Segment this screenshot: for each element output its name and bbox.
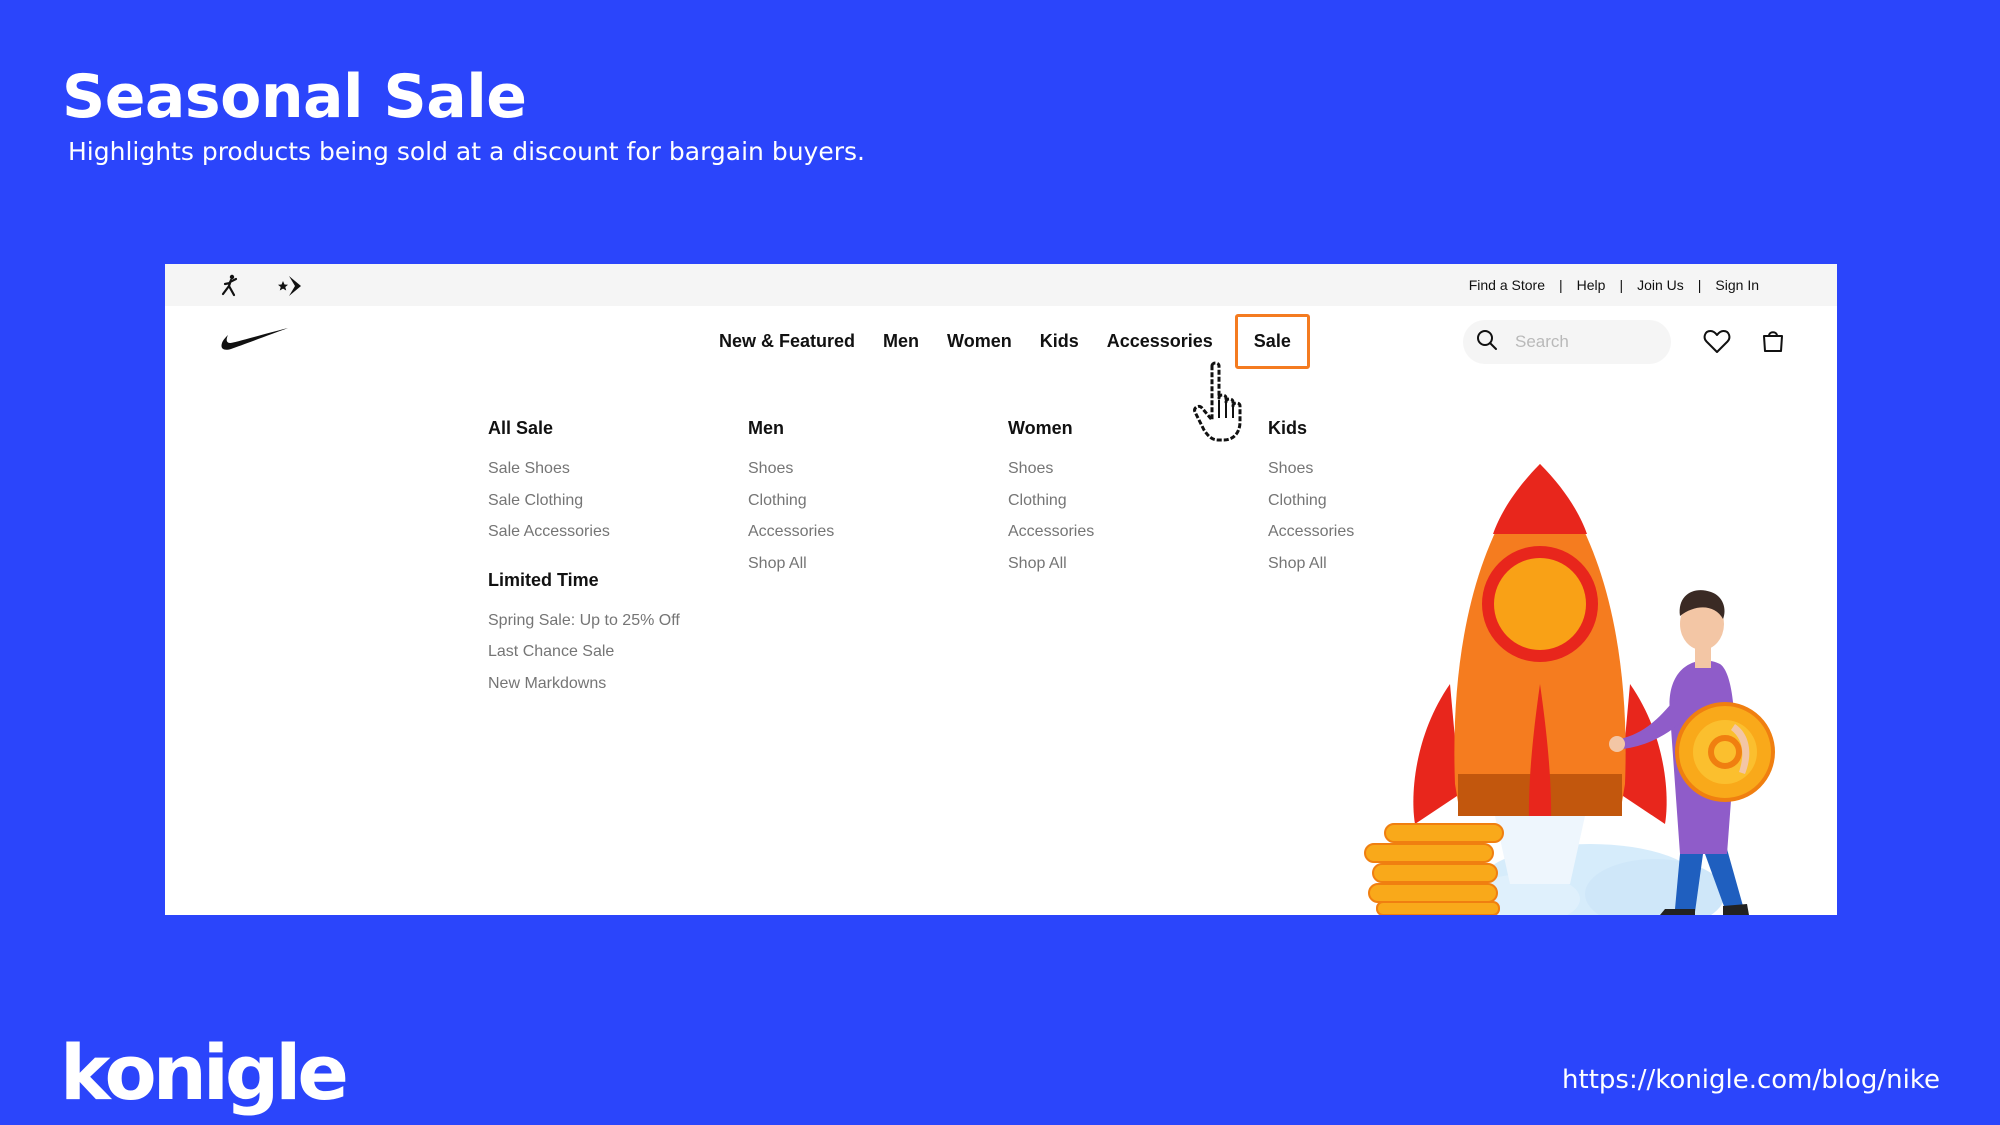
menu-heading-kids[interactable]: Kids bbox=[1268, 418, 1508, 439]
search-box[interactable] bbox=[1463, 320, 1671, 364]
menu-item[interactable]: Last Chance Sale bbox=[488, 642, 728, 674]
separator: | bbox=[1559, 277, 1563, 293]
menu-col-men: Men Shoes Clothing Accessories Shop All bbox=[748, 418, 988, 585]
menu-item[interactable]: Shoes bbox=[748, 459, 988, 491]
nav-item-men[interactable]: Men bbox=[869, 331, 933, 352]
separator: | bbox=[1697, 277, 1702, 293]
join-us-link[interactable]: Join Us bbox=[1637, 277, 1684, 293]
menu-heading-all-sale[interactable]: All Sale bbox=[488, 418, 728, 439]
menu-item[interactable]: Sale Accessories bbox=[488, 522, 728, 554]
separator: | bbox=[1619, 277, 1624, 293]
menu-item[interactable]: Sale Clothing bbox=[488, 491, 728, 523]
utility-links: Find a Store | Help | Join Us | Sign In bbox=[1469, 277, 1759, 293]
find-a-store-link[interactable]: Find a Store bbox=[1469, 277, 1545, 293]
search-icon[interactable] bbox=[1475, 328, 1499, 357]
menu-item[interactable]: Clothing bbox=[1008, 491, 1248, 523]
nav-item-accessories[interactable]: Accessories bbox=[1093, 331, 1227, 352]
menu-item[interactable]: Sale Shoes bbox=[488, 459, 728, 491]
jordan-jumpman-icon[interactable] bbox=[218, 274, 242, 303]
heart-icon[interactable] bbox=[1703, 328, 1731, 359]
menu-col-women: Women Shoes Clothing Accessories Shop Al… bbox=[1008, 418, 1248, 585]
search-input[interactable] bbox=[1515, 332, 1655, 352]
sign-in-link[interactable]: Sign In bbox=[1715, 277, 1759, 293]
menu-item[interactable]: Shoes bbox=[1008, 459, 1248, 491]
menu-item[interactable]: Clothing bbox=[748, 491, 988, 523]
nav-item-new-featured[interactable]: New & Featured bbox=[705, 331, 869, 352]
nike-swoosh-icon[interactable] bbox=[220, 326, 290, 357]
converse-icon[interactable] bbox=[275, 274, 305, 303]
konigle-logo: konigle bbox=[60, 1028, 349, 1117]
menu-item[interactable]: Spring Sale: Up to 25% Off bbox=[488, 611, 728, 643]
menu-heading-women[interactable]: Women bbox=[1008, 418, 1248, 439]
menu-item[interactable]: Shop All bbox=[748, 554, 988, 586]
menu-item[interactable]: Shop All bbox=[1008, 554, 1248, 586]
menu-col-all-sale: All Sale Sale Shoes Sale Clothing Sale A… bbox=[488, 418, 728, 705]
nike-screenshot-panel: Find a Store | Help | Join Us | Sign In … bbox=[165, 264, 1837, 915]
nav-item-kids[interactable]: Kids bbox=[1026, 331, 1093, 352]
menu-heading-men[interactable]: Men bbox=[748, 418, 988, 439]
menu-heading-limited-time[interactable]: Limited Time bbox=[488, 570, 728, 591]
source-url: https://konigle.com/blog/nike bbox=[1562, 1065, 1940, 1095]
main-nav: New & Featured Men Women Kids Accessorie… bbox=[165, 306, 1837, 376]
nav-item-women[interactable]: Women bbox=[933, 331, 1026, 352]
menu-item[interactable]: Accessories bbox=[748, 522, 988, 554]
menu-item[interactable]: New Markdowns bbox=[488, 674, 728, 706]
utility-bar: Find a Store | Help | Join Us | Sign In bbox=[165, 264, 1837, 306]
help-link[interactable]: Help bbox=[1577, 277, 1606, 293]
rocket-illustration bbox=[1364, 464, 1775, 915]
bag-icon[interactable] bbox=[1760, 328, 1786, 359]
slide-title: Seasonal Sale bbox=[62, 62, 527, 132]
menu-item[interactable]: Accessories bbox=[1008, 522, 1248, 554]
slide-subtitle: Highlights products being sold at a disc… bbox=[68, 137, 865, 166]
